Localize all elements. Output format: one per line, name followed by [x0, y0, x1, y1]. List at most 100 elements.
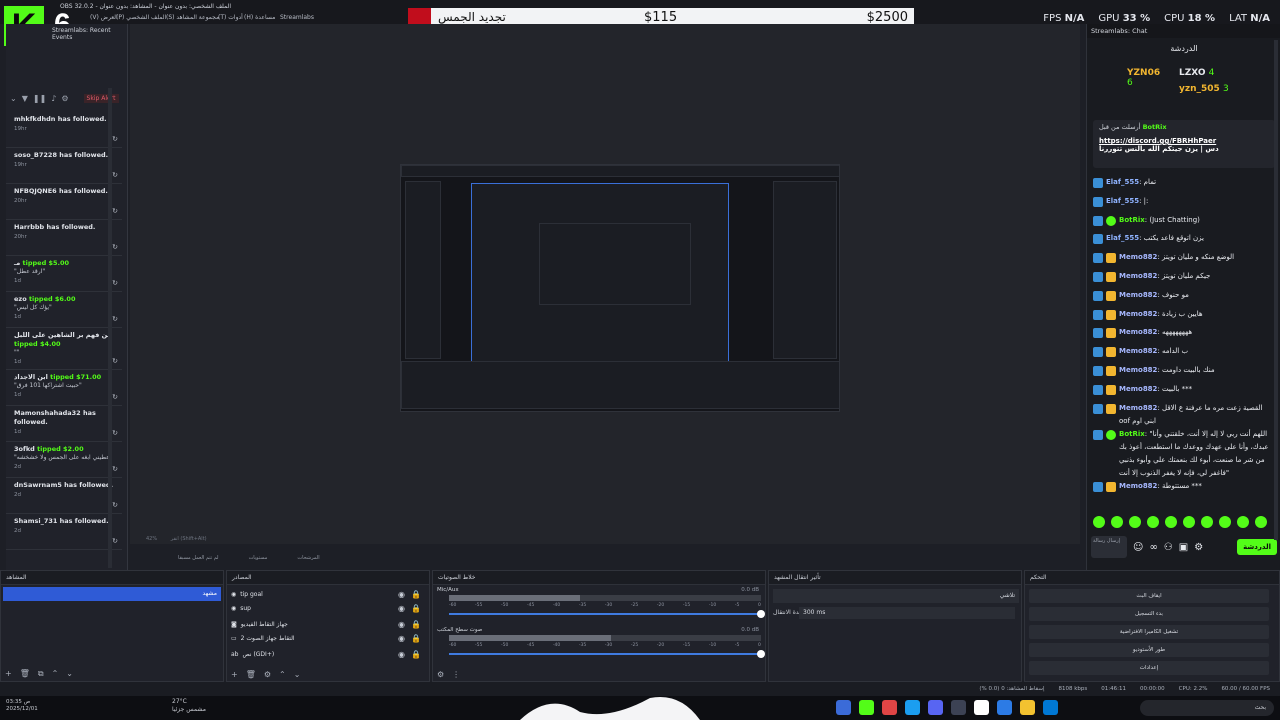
chat-username[interactable]: Memo882	[1119, 404, 1157, 412]
menu-streamlabs[interactable]: Streamlabs	[280, 14, 314, 21]
menu-scene-collection[interactable]: (S) مجموعة المشاهد	[166, 14, 219, 21]
replay-icon[interactable]: ↻	[112, 501, 118, 509]
lock-icon[interactable]: 🔒	[411, 604, 421, 613]
chat-username[interactable]: Elaf_555	[1106, 178, 1139, 186]
chat-username[interactable]: Memo882	[1119, 310, 1157, 318]
chat-username[interactable]: Memo882	[1119, 272, 1157, 280]
mixer-settings-icon[interactable]: ⚙	[437, 670, 444, 679]
visibility-icon[interactable]: ◉	[398, 650, 405, 659]
volume-slider[interactable]	[449, 650, 765, 658]
kick-app-icon[interactable]	[859, 700, 874, 715]
chat-settings-icon[interactable]: ⚙	[1194, 542, 1203, 553]
menu-help[interactable]: (H) مساعدة	[244, 14, 275, 21]
preview-button-1[interactable]: لم تتم العمل مسبقا	[178, 555, 219, 561]
chat-username[interactable]: Elaf_555	[1106, 234, 1139, 242]
replay-icon[interactable]: ↻	[112, 393, 118, 401]
add-scene-icon[interactable]: +	[5, 669, 12, 679]
emote-icon[interactable]	[1201, 516, 1213, 528]
stop-stream-button[interactable]: ايقاف البث	[1029, 589, 1269, 603]
emote-icon[interactable]	[1093, 516, 1105, 528]
lock-icon[interactable]: 🔒	[411, 634, 421, 643]
menu-tools[interactable]: (T) أدوات	[218, 14, 243, 21]
scene-item-selected[interactable]: مشهد	[3, 587, 221, 601]
chat-username[interactable]: Memo882	[1119, 291, 1157, 299]
transition-select[interactable]: تلاشي	[773, 589, 1019, 603]
replay-icon[interactable]: ↻	[112, 429, 118, 437]
replay-icon[interactable]: ↻	[112, 135, 118, 143]
source-item[interactable]: ab نص (GDI+) ◉ 🔒	[231, 647, 427, 661]
weather-widget[interactable]: 27°C مشمس جزئيا	[172, 698, 206, 714]
app-icon[interactable]	[882, 700, 897, 715]
chat-username[interactable]: Memo882	[1119, 366, 1157, 374]
source-item[interactable]: ◉ tip goal ◉ 🔒	[231, 587, 427, 601]
move-up-icon[interactable]: ⌃	[279, 670, 286, 679]
replay-icon[interactable]: ↻	[112, 357, 118, 365]
chat-username[interactable]: Memo882	[1119, 385, 1157, 393]
lock-icon[interactable]: 🔒	[411, 590, 421, 599]
duration-input[interactable]: 300 ms	[799, 607, 1015, 619]
app-icon[interactable]	[974, 700, 989, 715]
collapse-icon[interactable]: ⌄	[10, 94, 17, 103]
chat-username[interactable]: Elaf_555	[1106, 197, 1139, 205]
emote-icon[interactable]	[1129, 516, 1141, 528]
windows-start-icon[interactable]	[1043, 700, 1058, 715]
replay-icon[interactable]: ↻	[112, 465, 118, 473]
emote-icon[interactable]	[1219, 516, 1231, 528]
preview-button-3[interactable]: المرشحات	[297, 555, 319, 561]
events-scrollbar[interactable]	[108, 88, 112, 568]
visibility-icon[interactable]: ◉	[398, 634, 405, 643]
users-icon[interactable]: ⚇	[1164, 542, 1173, 553]
replay-icon[interactable]: ↻	[112, 279, 118, 287]
studio-mode-button[interactable]: طور الأستوديو	[1029, 643, 1269, 657]
emote-icon[interactable]	[1147, 516, 1159, 528]
app-icon[interactable]	[905, 700, 920, 715]
visibility-icon[interactable]: ◉	[398, 590, 405, 599]
remove-scene-icon[interactable]: 🗑	[20, 669, 30, 679]
replay-icon[interactable]: ↻	[112, 171, 118, 179]
move-down-icon[interactable]: ⌄	[66, 669, 73, 679]
chat-scrollbar[interactable]	[1274, 40, 1278, 540]
source-item[interactable]: ◉ sup ◉ 🔒	[231, 601, 427, 615]
folder-icon[interactable]	[1020, 700, 1035, 715]
source-item[interactable]: ◙ جهاز التقاط الفيديو ◉ 🔒	[231, 617, 427, 631]
edge-icon[interactable]	[997, 700, 1012, 715]
menu-profile[interactable]: (P) الملف الشخصي	[116, 14, 166, 21]
filter-icon[interactable]: ▼	[22, 94, 28, 103]
replay-icon[interactable]: ↻	[112, 207, 118, 215]
lock-icon[interactable]: 🔒	[411, 620, 421, 629]
emote-icon[interactable]	[1183, 516, 1195, 528]
source-properties-icon[interactable]: ⚙	[264, 670, 271, 679]
replay-icon[interactable]: ↻	[112, 315, 118, 323]
lock-icon[interactable]: 🔒	[411, 650, 421, 659]
emoji-icon[interactable]: ☺	[1133, 542, 1143, 553]
visibility-icon[interactable]: ◉	[398, 604, 405, 613]
settings-icon[interactable]: ⚙	[61, 94, 68, 103]
chat-username[interactable]: Memo882	[1119, 253, 1157, 261]
menu-view[interactable]: (V) العرض	[90, 14, 118, 21]
obs-icon[interactable]	[951, 700, 966, 715]
taskbar-search[interactable]: بحث	[1140, 700, 1274, 716]
chat-username[interactable]: Memo882	[1119, 482, 1157, 490]
chat-send-button[interactable]: الدردشة	[1237, 539, 1277, 555]
mixer-menu-icon[interactable]: ⋮	[452, 670, 460, 679]
replay-icon[interactable]: ↻	[112, 537, 118, 545]
discord-icon[interactable]	[928, 700, 943, 715]
gift-icon[interactable]: ▣	[1179, 542, 1188, 553]
emote-icon[interactable]	[1165, 516, 1177, 528]
emote-icon[interactable]	[1111, 516, 1123, 528]
move-down-icon[interactable]: ⌄	[294, 670, 301, 679]
clock[interactable]: 03:35 ص 2025/12/01	[6, 699, 38, 713]
skip-alert-button[interactable]: Skip Alert	[83, 93, 119, 103]
chat-username[interactable]: BotRix	[1119, 430, 1145, 438]
link-icon[interactable]: ∞	[1149, 542, 1157, 553]
chat-username[interactable]: Memo882	[1119, 328, 1157, 336]
visibility-icon[interactable]: ◉	[398, 620, 405, 629]
pause-icon[interactable]: ❚❚	[33, 94, 46, 103]
emote-icon[interactable]	[1255, 516, 1267, 528]
preview-button-2[interactable]: مستويات	[249, 555, 268, 561]
app-icon[interactable]	[836, 700, 851, 715]
chat-username[interactable]: BotRix	[1119, 216, 1145, 224]
virtual-camera-button[interactable]: تشغيل الكاميرا الافتراضية	[1029, 625, 1269, 639]
emote-icon[interactable]	[1237, 516, 1249, 528]
remove-source-icon[interactable]: 🗑	[246, 670, 256, 679]
